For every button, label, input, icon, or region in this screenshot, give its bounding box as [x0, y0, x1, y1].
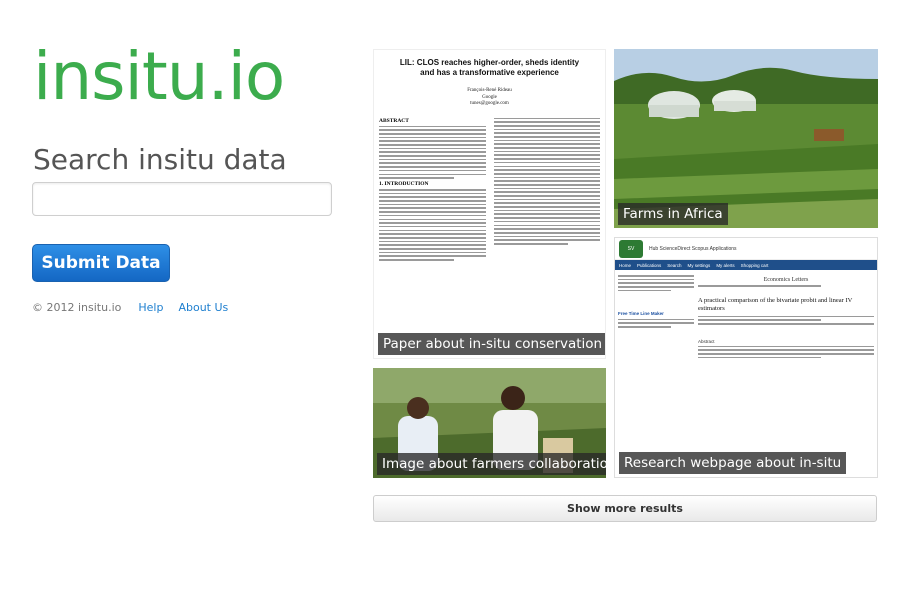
- result-caption: Paper about in-situ conservation: [378, 333, 605, 355]
- result-tile-paper[interactable]: LIL: CLOS reaches higher-order, sheds id…: [373, 49, 606, 359]
- webpage-body: Free Time Line Maker Economics Letters A…: [615, 270, 877, 363]
- search-heading: Search insitu data: [33, 143, 287, 176]
- webpage-journal: Economics Letters: [763, 277, 809, 283]
- webpage-menu-item: My alerts: [716, 262, 735, 268]
- farms-photo: [614, 49, 878, 228]
- paper-author: François-René Rideau Google tunes@google…: [374, 88, 605, 108]
- paper-body: ABSTRACT 1. INTRODUCTION: [374, 108, 605, 263]
- result-tile-research[interactable]: SV Hub ScienceDirect Scopus Applications…: [614, 237, 878, 478]
- about-us-link[interactable]: About Us: [178, 301, 228, 314]
- webpage-nav: Hub ScienceDirect Scopus Applications: [649, 245, 737, 252]
- webpage-menu-item: Search: [667, 262, 682, 268]
- webpage-article: Economics Letters A practical comparison…: [698, 273, 874, 360]
- paper-title: LIL: CLOS reaches higher-order, sheds id…: [374, 58, 605, 78]
- webpage-header: SV Hub ScienceDirect Scopus Applications: [615, 238, 877, 260]
- site-logo[interactable]: insitu.io: [33, 44, 285, 110]
- result-caption: Research webpage about in-situ: [619, 452, 847, 474]
- webpage-article-title: A practical comparison of the bivariate …: [698, 296, 853, 313]
- webpage-menu-item: My settings: [687, 262, 711, 268]
- paper-title-line1: LIL: CLOS reaches higher-order, sheds id…: [399, 58, 580, 67]
- webpage-menu-bar: Home Publications Search My settings My …: [615, 260, 877, 270]
- webpage-sidebar-link: Free Time Line Maker: [618, 311, 664, 317]
- webpage-sidebar: Free Time Line Maker: [618, 273, 694, 360]
- webpage-menu-item: Home: [619, 262, 632, 268]
- webpage-menu-item: Shopping cart: [740, 262, 769, 268]
- show-more-results-button[interactable]: Show more results: [373, 495, 877, 522]
- result-caption: Farms in Africa: [618, 203, 728, 225]
- search-input[interactable]: [32, 182, 332, 216]
- paper-column-right: [493, 116, 600, 263]
- result-caption: Image about farmers collaboration: [377, 453, 606, 475]
- paper-column-left: ABSTRACT 1. INTRODUCTION: [379, 116, 486, 263]
- submit-data-button[interactable]: Submit Data: [32, 244, 170, 282]
- footer: © 2012 insitu.io Help About Us: [32, 301, 243, 314]
- paper-intro-heading: 1. INTRODUCTION: [379, 180, 429, 187]
- help-link[interactable]: Help: [138, 301, 163, 314]
- webpage-menu-item: Publications: [637, 262, 662, 268]
- webpage-abstract-heading: Abstract: [698, 338, 715, 344]
- result-tile-farms[interactable]: Farms in Africa: [614, 49, 878, 228]
- sciverse-logo: SV: [619, 239, 643, 258]
- result-tile-farmers[interactable]: Image about farmers collaboration: [373, 368, 606, 478]
- paper-title-line2: and has a transformative experience: [420, 68, 559, 77]
- copyright-text: © 2012 insitu.io: [32, 301, 122, 314]
- paper-abstract-heading: ABSTRACT: [379, 117, 409, 124]
